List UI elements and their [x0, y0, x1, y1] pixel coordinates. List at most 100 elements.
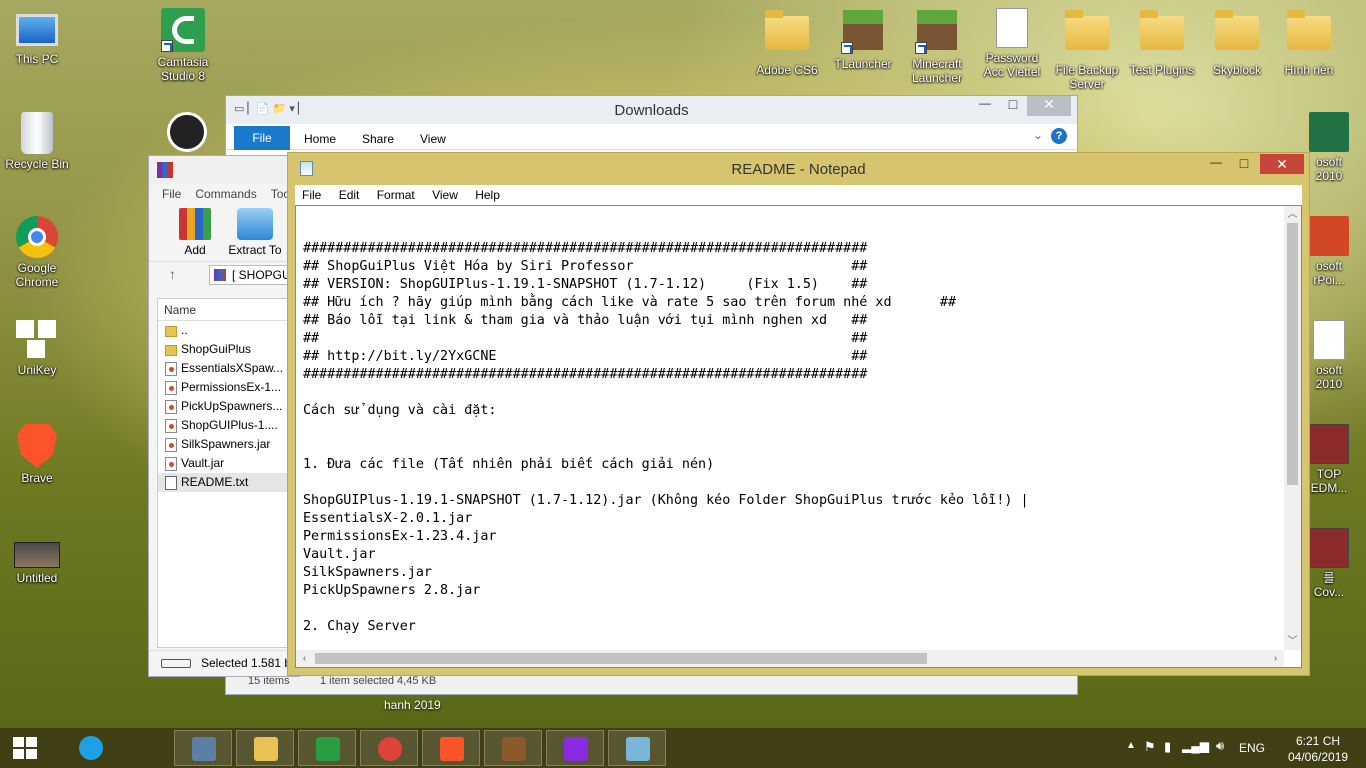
- taskbar-brave-button[interactable]: [422, 730, 480, 766]
- flag-icon[interactable]: ⚑: [1144, 739, 1156, 755]
- start-button[interactable]: [0, 728, 52, 768]
- folder-icon: [1140, 10, 1184, 60]
- menu-format[interactable]: Format: [377, 185, 415, 205]
- maximize-button[interactable]: □: [999, 96, 1027, 118]
- taskbar-winrar-button[interactable]: [546, 730, 604, 766]
- minimize-button[interactable]: —: [1203, 155, 1229, 175]
- up-arrow-icon[interactable]: ↑: [169, 266, 176, 282]
- close-button[interactable]: ✕: [1027, 96, 1071, 116]
- taskbar-notepad-button[interactable]: [608, 730, 666, 766]
- jar-file-icon: [165, 438, 177, 452]
- folder-icon: [165, 326, 177, 337]
- notepad-editor[interactable]: ########################################…: [295, 205, 1302, 668]
- help-icon[interactable]: ?: [1051, 128, 1067, 144]
- desktop-icon-left-5[interactable]: Untitled: [0, 528, 74, 585]
- text-line: ## ShopGuiPlus Việt Hóa by Siri Professo…: [303, 259, 868, 274]
- list-item[interactable]: PickUpSpawners...: [158, 397, 298, 416]
- tab-home[interactable]: Home: [304, 132, 336, 146]
- menu-file[interactable]: File: [302, 185, 321, 205]
- path-field[interactable]: [ SHOPGU: [209, 265, 299, 285]
- column-header-name[interactable]: Name: [158, 299, 298, 321]
- desktop-icon-left-4[interactable]: Brave: [0, 424, 74, 485]
- clock-date[interactable]: 04/06/2019: [1288, 750, 1348, 764]
- volume-icon[interactable]: 🔊︎: [1216, 738, 1224, 754]
- tab-share[interactable]: Share: [362, 132, 394, 146]
- desktop-icon-top-6[interactable]: Skyblock: [1200, 8, 1274, 77]
- desktop-icon-top-4[interactable]: File Backup Server: [1050, 8, 1124, 91]
- menu-edit[interactable]: Edit: [339, 185, 360, 205]
- scroll-thumb[interactable]: [1287, 223, 1298, 485]
- desktop-icon-top-7[interactable]: Hình nền: [1272, 8, 1346, 77]
- word-file-icon: [1313, 320, 1345, 360]
- tab-file[interactable]: File: [234, 126, 290, 150]
- list-item[interactable]: ShopGUIPlus-1....: [158, 416, 298, 435]
- taskbar-internet-explorer-button[interactable]: [62, 730, 120, 766]
- path-text: [ SHOPGU: [232, 268, 291, 282]
- desktop-icon-obs[interactable]: [150, 112, 224, 152]
- notepad-title: README - Notepad: [731, 161, 866, 178]
- video-icon: [1309, 528, 1349, 568]
- excel-icon: [1309, 112, 1349, 152]
- chevron-down-icon[interactable]: ⌄: [1033, 128, 1043, 142]
- taskbar-minecraft-crafting-button[interactable]: [484, 730, 542, 766]
- desktop-icon-left-1[interactable]: Recycle Bin: [0, 112, 74, 171]
- desktop-icon-top-1[interactable]: TLauncher: [826, 8, 900, 71]
- desktop-icon-left-3[interactable]: UniKey: [0, 320, 74, 377]
- menu-view[interactable]: View: [432, 185, 458, 205]
- list-item[interactable]: PermissionsEx-1...: [158, 378, 298, 397]
- tab-view[interactable]: View: [420, 132, 446, 146]
- taskbar: ▲ ⚑ ▮ ▂▄▆ 🔊︎ ENG 6:21 CH 04/06/2019: [0, 728, 1366, 768]
- desktop-icon-left-0[interactable]: This PC: [0, 8, 74, 66]
- language-indicator[interactable]: ENG: [1239, 741, 1265, 755]
- notepad-titlebar[interactable]: README - Notepad — □ ✕: [288, 153, 1309, 185]
- list-item[interactable]: EssentialsXSpaw...: [158, 359, 298, 378]
- network-icon[interactable]: ▂▄▆: [1182, 739, 1209, 753]
- battery-icon[interactable]: ▮: [1164, 739, 1171, 755]
- list-item[interactable]: ..: [158, 321, 298, 340]
- list-item[interactable]: SilkSpawners.jar: [158, 435, 298, 454]
- scroll-down-icon[interactable]: ﹀: [1284, 633, 1301, 650]
- text-area[interactable]: ########################################…: [303, 222, 1283, 649]
- extract-to-button[interactable]: Extract To: [225, 208, 285, 257]
- desktop-icon-camtasia[interactable]: Camtasia Studio 8: [146, 8, 220, 83]
- text-line: [303, 600, 1283, 618]
- internet-explorer-icon: [79, 736, 103, 760]
- desktop-icon-label: Password Acc Viettel: [983, 51, 1041, 79]
- minimize-button[interactable]: —: [971, 96, 999, 118]
- add-label: Add: [184, 243, 206, 257]
- add-button[interactable]: Add: [171, 208, 219, 257]
- winrar-window[interactable]: File Commands Too Add Extract To ↑ [ SHOPG…: [148, 155, 300, 677]
- list-item[interactable]: Vault.jar: [158, 454, 298, 473]
- file-list: Name .. ShopGuiPlus EssentialsXSpaw... Perm…: [157, 298, 299, 648]
- vertical-scrollbar[interactable]: ︿ ﹀: [1284, 206, 1301, 650]
- clock-time[interactable]: 6:21 CH: [1296, 734, 1340, 748]
- taskbar-store-button[interactable]: [298, 730, 356, 766]
- winrar-toolbar: Add Extract To: [149, 204, 299, 262]
- desktop-icon-top-5[interactable]: Test Plugins: [1125, 8, 1199, 77]
- desktop-label-behind: hanh 2019: [384, 698, 441, 712]
- desktop-icon-top-2[interactable]: Minecraft Launcher: [900, 8, 974, 85]
- menu-help[interactable]: Help: [475, 185, 500, 205]
- show-hidden-icons-icon[interactable]: ▲: [1126, 740, 1136, 751]
- explorer-titlebar[interactable]: ▭ ▏📄 📁 ▾ ▏ Downloads — □ ✕: [226, 96, 1077, 124]
- maximize-button[interactable]: □: [1231, 155, 1257, 175]
- taskbar-file-explorer-button[interactable]: [236, 730, 294, 766]
- list-item[interactable]: ShopGuiPlus: [158, 340, 298, 359]
- horizontal-scrollbar[interactable]: ‹ ›: [296, 650, 1284, 667]
- winrar-status-text: Selected 1.581 by: [201, 656, 298, 670]
- scroll-up-icon[interactable]: ︿: [1284, 206, 1301, 223]
- list-item[interactable]: README.txt: [158, 473, 298, 492]
- scroll-right-icon[interactable]: ›: [1267, 650, 1284, 667]
- close-button[interactable]: ✕: [1260, 154, 1304, 174]
- scroll-left-icon[interactable]: ‹: [296, 650, 313, 667]
- menu-commands[interactable]: Commands: [195, 184, 256, 204]
- desktop-icon-left-2[interactable]: Google Chrome: [0, 216, 74, 289]
- notepad-window[interactable]: README - Notepad — □ ✕ File Edit Format …: [287, 152, 1310, 676]
- taskbar-remote-desktop-button[interactable]: [174, 730, 232, 766]
- hscroll-thumb[interactable]: [315, 653, 927, 664]
- desktop-icon-top-3[interactable]: Password Acc Viettel: [975, 8, 1049, 79]
- taskbar-chrome-button[interactable]: [360, 730, 418, 766]
- archive-icon: [214, 269, 226, 281]
- menu-file[interactable]: File: [162, 184, 181, 204]
- desktop-icon-top-0[interactable]: Adobe CS6: [750, 8, 824, 77]
